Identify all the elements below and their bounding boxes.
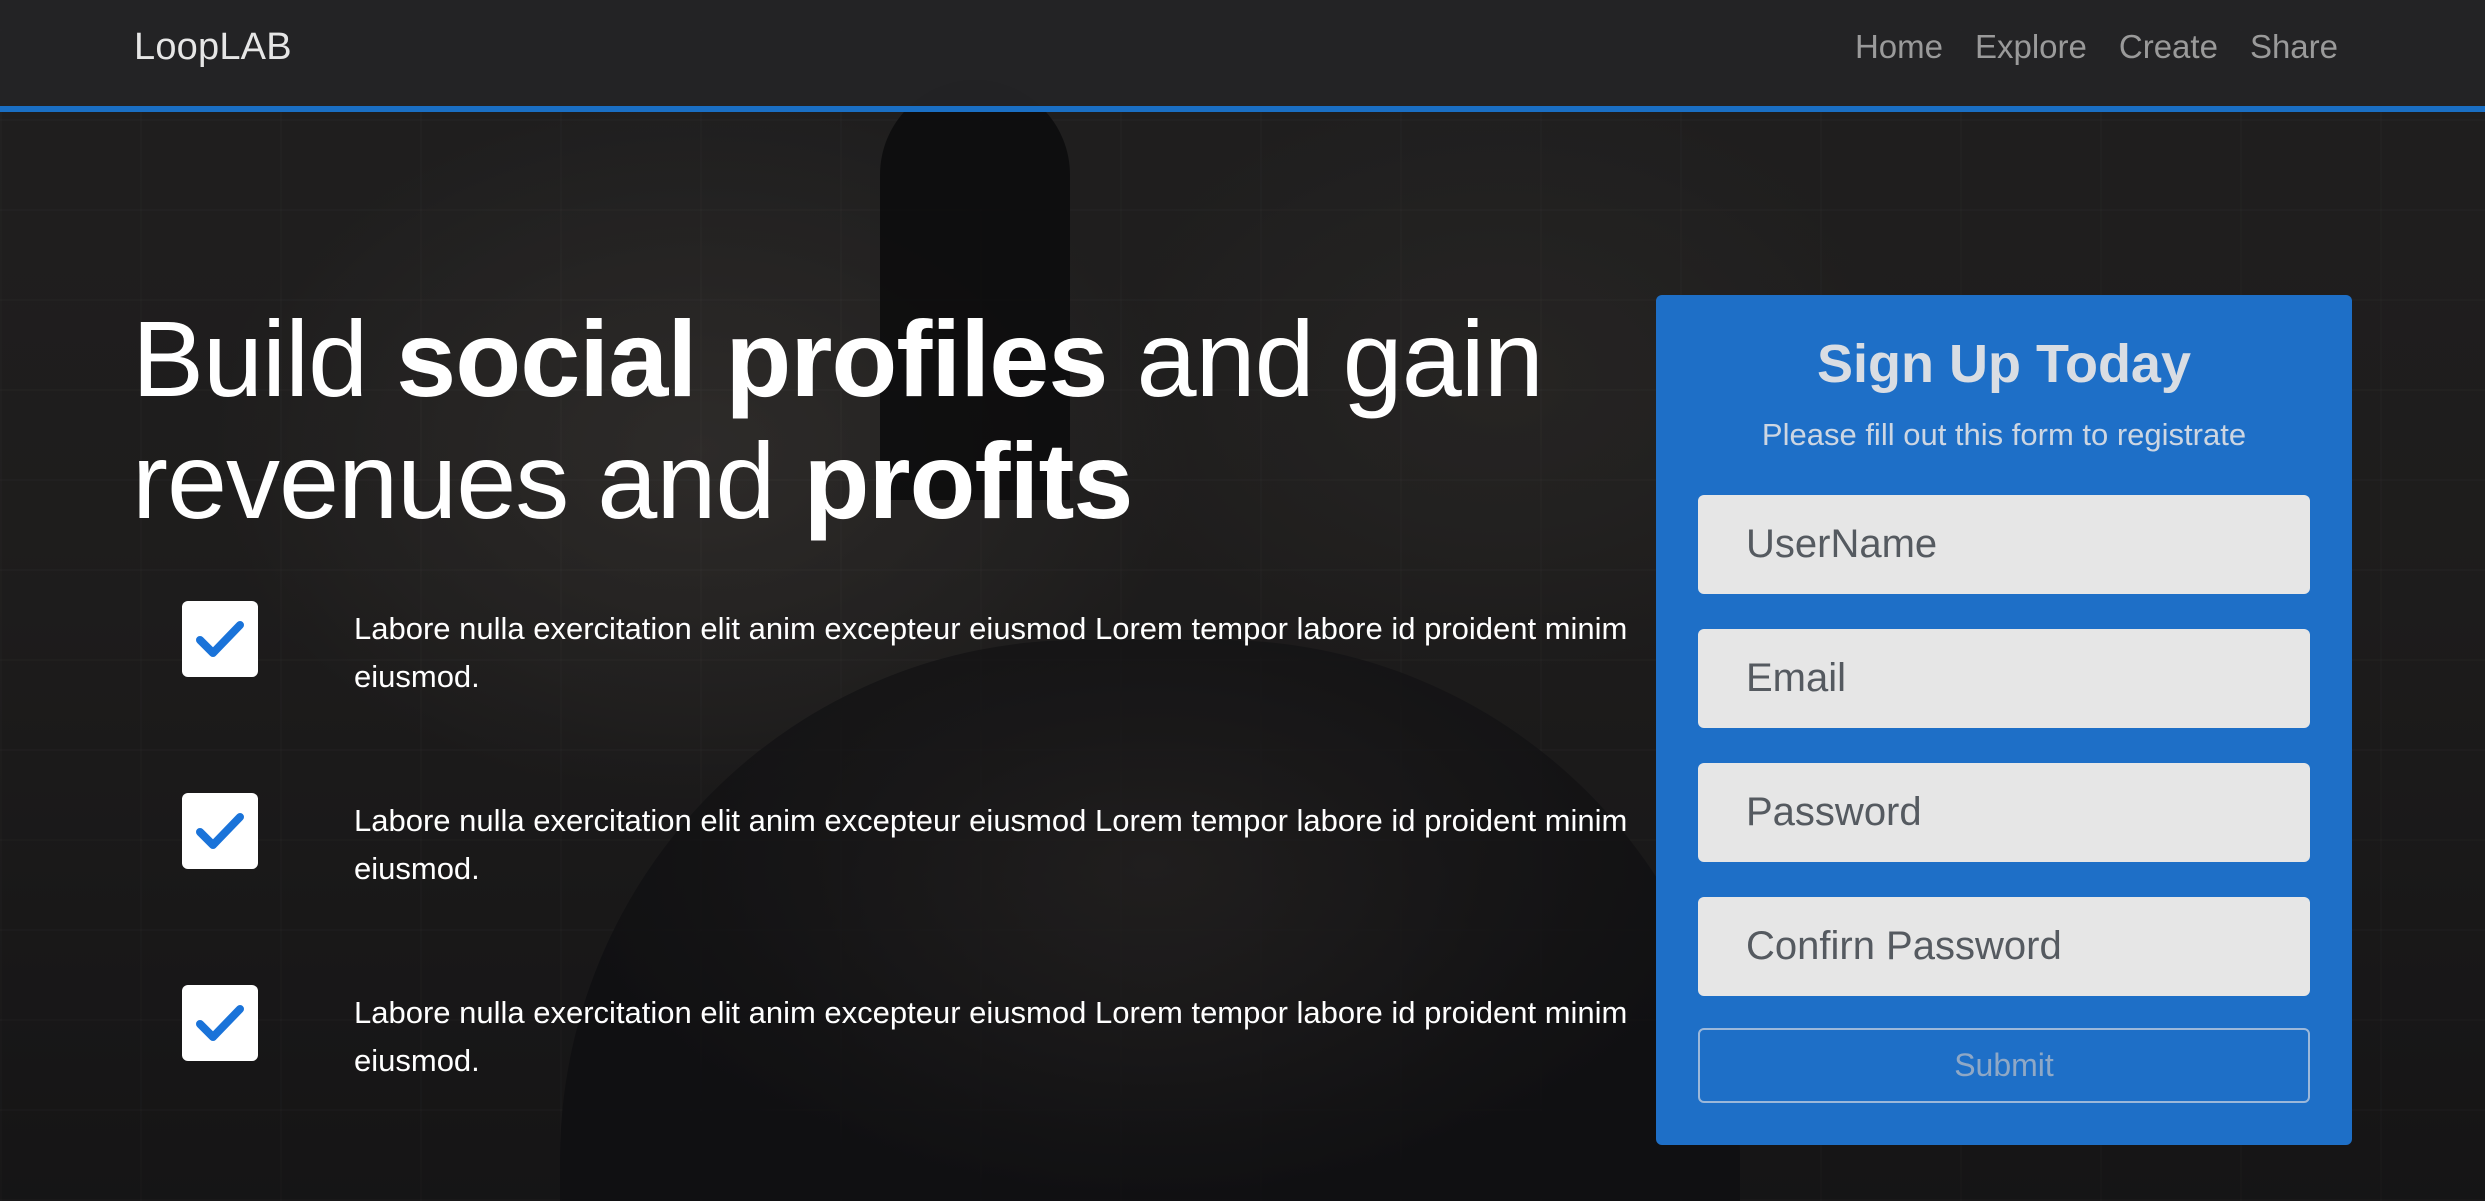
feature-item: Labore nulla exercitation elit anim exce… [182, 985, 1627, 1095]
nav-link-home[interactable]: Home [1855, 28, 1943, 66]
nav-link-create[interactable]: Create [2119, 28, 2218, 66]
brand-logo[interactable]: LoopLAB [134, 26, 292, 69]
headline-part-2: social profiles [396, 298, 1108, 419]
feature-item: Labore nulla exercitation elit anim exce… [182, 793, 1627, 903]
nav-link-share[interactable]: Share [2250, 28, 2338, 66]
checkbox-checked-icon [182, 793, 258, 869]
signup-card: Sign Up Today Please fill out this form … [1656, 295, 2352, 1145]
submit-button[interactable]: Submit [1698, 1028, 2310, 1103]
username-input[interactable] [1698, 495, 2310, 594]
headline-part-1: Build [132, 298, 397, 419]
signup-title: Sign Up Today [1817, 334, 2191, 394]
nav-link-explore[interactable]: Explore [1975, 28, 2087, 66]
password-input[interactable] [1698, 763, 2310, 862]
feature-text: Labore nulla exercitation elit anim exce… [354, 995, 1628, 1078]
checkbox-checked-icon [182, 601, 258, 677]
feature-item: Labore nulla exercitation elit anim exce… [182, 601, 1627, 711]
email-input[interactable] [1698, 629, 2310, 728]
headline-part-4: profits [803, 420, 1134, 541]
nav-links: Home Explore Create Share [1855, 28, 2338, 66]
signup-subtitle: Please fill out this form to registrate [1761, 417, 2247, 452]
feature-text: Labore nulla exercitation elit anim exce… [354, 803, 1628, 886]
feature-text: Labore nulla exercitation elit anim exce… [354, 611, 1628, 694]
hero-headline: Build social profiles and gain revenues … [132, 298, 1632, 542]
navbar: LoopLAB Home Explore Create Share [0, 0, 2485, 112]
checkbox-checked-icon [182, 985, 258, 1061]
confirm-password-input[interactable] [1698, 897, 2310, 996]
